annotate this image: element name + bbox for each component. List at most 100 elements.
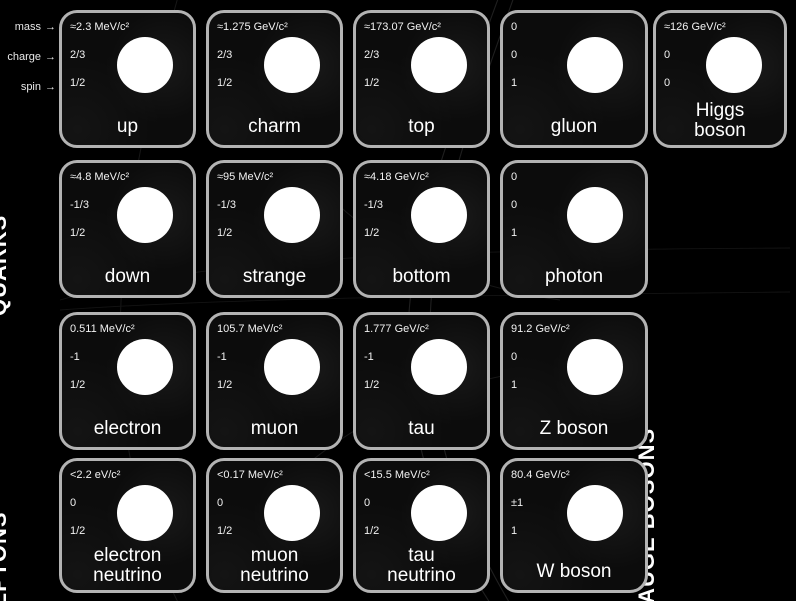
particle-name-label: down: [104, 266, 151, 287]
particle-spin-value: 0: [664, 77, 671, 89]
particle-symbol-circle: [264, 485, 320, 541]
particle-spin-value: 1/2: [217, 227, 233, 239]
group-label-quarks: QUARKS: [0, 214, 11, 316]
particle-charge-value: 2/3: [70, 49, 86, 61]
particle-charge-value: -1: [70, 351, 80, 363]
particle-card-up[interactable]: ≈2.3 MeV/c² 2/3 1/2 up: [59, 10, 196, 148]
particle-card-muon-neutrino[interactable]: <0.17 MeV/c² 0 1/2 muon neutrino: [206, 458, 343, 593]
particle-card-electron-neutrino[interactable]: <2.2 eV/c² 0 1/2 electron neutrino: [59, 458, 196, 593]
particle-name-label: electron neutrino: [93, 545, 162, 586]
particle-mass-value: 80.4 GeV/c²: [511, 469, 570, 481]
particle-mass-value: ≈95 MeV/c²: [217, 171, 274, 183]
particle-name-label: gluon: [550, 116, 598, 137]
particle-symbol-circle: [264, 339, 320, 395]
particle-mass-value: 0: [511, 21, 518, 33]
particle-name-label: Z boson: [539, 418, 609, 439]
particle-spin-value: 1/2: [364, 77, 380, 89]
particle-charge-value: 0: [511, 351, 518, 363]
particle-symbol-circle: [706, 37, 762, 93]
particle-name-label: photon: [544, 266, 604, 287]
particle-spin-value: 1/2: [217, 525, 233, 537]
particle-name-label: charm: [248, 116, 301, 137]
particle-card-strange[interactable]: ≈95 MeV/c² -1/3 1/2 strange: [206, 160, 343, 298]
particle-symbol-circle: [117, 485, 173, 541]
particle-mass-value: ≈126 GeV/c²: [664, 21, 726, 33]
particle-symbol-circle: [567, 187, 623, 243]
particle-symbol-circle: [264, 187, 320, 243]
particle-charge-value: 0: [511, 199, 518, 211]
particle-charge-value: -1/3: [70, 199, 89, 211]
particle-name-label: W boson: [536, 561, 612, 582]
particle-card-muon[interactable]: 105.7 MeV/c² -1 1/2 muon: [206, 312, 343, 450]
particle-card-charm[interactable]: ≈1.275 GeV/c² 2/3 1/2 charm: [206, 10, 343, 148]
particle-symbol-circle: [567, 339, 623, 395]
particle-spin-value: 1: [511, 379, 518, 391]
particle-spin-value: 1/2: [70, 525, 86, 537]
particle-name-label: tau: [408, 418, 435, 439]
particle-charge-value: -1: [364, 351, 374, 363]
particle-name-label: bottom: [392, 266, 451, 287]
particle-spin-value: 1/2: [70, 227, 86, 239]
particle-charge-value: 0: [364, 497, 371, 509]
particle-charge-value: 0: [70, 497, 77, 509]
particle-mass-value: 105.7 MeV/c²: [217, 323, 283, 335]
particle-symbol-circle: [117, 37, 173, 93]
particle-card-z-boson[interactable]: 91.2 GeV/c² 0 1 Z boson: [500, 312, 648, 450]
particle-card-w-boson[interactable]: 80.4 GeV/c² ±1 1 W boson: [500, 458, 648, 593]
particle-name-label: muon: [250, 418, 299, 439]
particle-mass-value: ≈1.275 GeV/c²: [217, 21, 288, 33]
particle-spin-value: 1/2: [364, 227, 380, 239]
particle-card-tau[interactable]: 1.777 GeV/c² -1 1/2 tau: [353, 312, 490, 450]
particle-spin-value: 1/2: [217, 77, 233, 89]
particle-name-label: up: [116, 116, 139, 137]
particle-mass-value: ≈4.18 GeV/c²: [364, 171, 429, 183]
particle-mass-value: <2.2 eV/c²: [70, 469, 121, 481]
particle-symbol-circle: [411, 37, 467, 93]
particle-card-higgs-boson[interactable]: ≈126 GeV/c² 0 0 Higgs boson: [653, 10, 787, 148]
particle-card-gluon[interactable]: 0 0 1 gluon: [500, 10, 648, 148]
particle-name-label: strange: [242, 266, 307, 287]
particle-symbol-circle: [411, 187, 467, 243]
particle-spin-value: 1/2: [217, 379, 233, 391]
particle-charge-value: ±1: [511, 497, 524, 509]
standard-model-diagram: mass→ charge→ spin→ QUARKS LEPTONS GAUGE…: [0, 0, 796, 601]
particle-spin-value: 1: [511, 525, 518, 537]
particle-symbol-circle: [411, 339, 467, 395]
particle-charge-value: 2/3: [217, 49, 233, 61]
particle-symbol-circle: [117, 187, 173, 243]
particle-mass-value: 0.511 MeV/c²: [70, 323, 135, 335]
key-label-charge: charge →: [7, 51, 56, 63]
key-label-mass: mass →: [14, 21, 56, 33]
particle-name-label: muon neutrino: [240, 545, 309, 586]
arrow-glyph-charge: →: [45, 51, 56, 63]
particle-spin-value: 1/2: [364, 525, 380, 537]
arrow-glyph-spin: →: [45, 81, 56, 93]
particle-card-bottom[interactable]: ≈4.18 GeV/c² -1/3 1/2 bottom: [353, 160, 490, 298]
particle-spin-value: 1/2: [70, 379, 86, 391]
particle-mass-value: 1.777 GeV/c²: [364, 323, 429, 335]
particle-card-photon[interactable]: 0 0 1 photon: [500, 160, 648, 298]
particle-card-top[interactable]: ≈173.07 GeV/c² 2/3 1/2 top: [353, 10, 490, 148]
arrow-glyph-mass: →: [45, 21, 56, 33]
particle-symbol-circle: [264, 37, 320, 93]
particle-name-label: electron: [93, 418, 162, 439]
particle-name-label: tau neutrino: [387, 545, 456, 586]
particle-charge-value: 2/3: [364, 49, 380, 61]
particle-spin-value: 1/2: [70, 77, 86, 89]
particle-mass-value: ≈173.07 GeV/c²: [364, 21, 441, 33]
particle-charge-value: 0: [664, 49, 671, 61]
particle-card-tau-neutrino[interactable]: <15.5 MeV/c² 0 1/2 tau neutrino: [353, 458, 490, 593]
particle-mass-value: ≈2.3 MeV/c²: [70, 21, 130, 33]
particle-mass-value: 91.2 GeV/c²: [511, 323, 570, 335]
particle-charge-value: 0: [217, 497, 224, 509]
particle-symbol-circle: [411, 485, 467, 541]
particle-name-label: top: [408, 116, 435, 137]
particle-spin-value: 1: [511, 77, 518, 89]
particle-charge-value: -1/3: [217, 199, 236, 211]
particle-card-electron[interactable]: 0.511 MeV/c² -1 1/2 electron: [59, 312, 196, 450]
particle-symbol-circle: [117, 339, 173, 395]
group-label-leptons: LEPTONS: [0, 511, 11, 601]
particle-card-down[interactable]: ≈4.8 MeV/c² -1/3 1/2 down: [59, 160, 196, 298]
particle-spin-value: 1/2: [364, 379, 380, 391]
particle-name-label: Higgs boson: [694, 100, 746, 141]
